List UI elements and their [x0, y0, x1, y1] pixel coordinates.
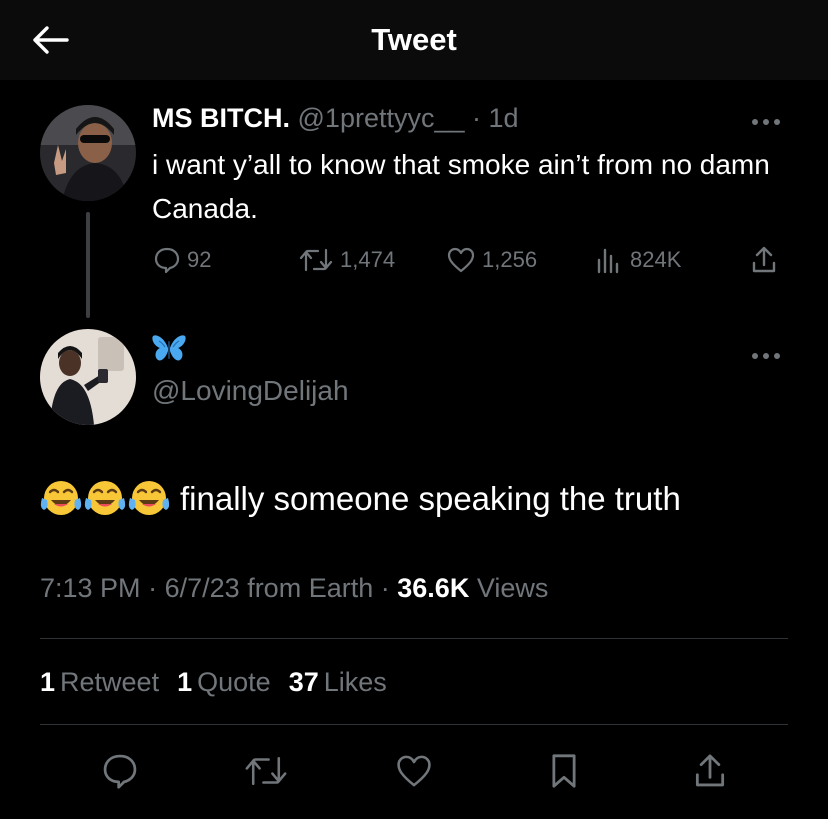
author-handle[interactable]: @LovingDelijah: [152, 375, 349, 407]
tears-of-joy-emoji: [84, 481, 126, 515]
laughing-emoji-group: [40, 478, 170, 520]
tweet-meta: 7:13 PM · 6/7/23 from Earth · 36.6K View…: [40, 573, 548, 604]
reply-button[interactable]: [94, 745, 146, 797]
blue-butterfly-emoji: [152, 335, 186, 361]
separator: ·: [148, 573, 158, 603]
quotes-count: 1: [177, 666, 193, 697]
views-count: 824K: [630, 247, 682, 272]
author-name[interactable]: MS BITCH.: [152, 103, 290, 133]
separator: ·: [380, 573, 390, 603]
like-button[interactable]: [388, 745, 440, 797]
parent-tweet-text: i want y’all to know that smoke ain’t fr…: [152, 149, 770, 224]
engagement-stats: 1 Retweet 1 Quote 37 Likes: [40, 662, 387, 702]
retweet-count: 1,474: [340, 247, 396, 272]
avatar[interactable]: [40, 105, 136, 201]
views-label: Views: [476, 573, 549, 603]
share-button[interactable]: [684, 745, 736, 797]
likes-count: 37: [288, 666, 319, 697]
retweets-label: Retweet: [60, 666, 160, 697]
more-options-button[interactable]: [746, 344, 786, 368]
tears-of-joy-emoji: [40, 481, 82, 515]
avatar[interactable]: [40, 329, 136, 425]
back-button[interactable]: [28, 20, 72, 60]
arrow-left-icon: [33, 26, 69, 54]
share-icon: [695, 754, 725, 787]
retweet-icon: [299, 248, 333, 272]
main-tweet-text: finally someone speaking the truth: [40, 474, 681, 524]
bookmark-button[interactable]: [538, 745, 590, 797]
tweet-time[interactable]: 7:13 PM: [40, 573, 141, 603]
top-bar: Tweet: [0, 0, 828, 80]
retweet-icon: [245, 756, 287, 786]
like-button[interactable]: 1,256: [446, 238, 537, 282]
tweet-date[interactable]: 6/7/23: [165, 573, 240, 603]
quotes-label: Quote: [197, 666, 271, 697]
tears-of-joy-emoji: [128, 481, 170, 515]
heart-icon: [397, 755, 431, 787]
tweet-source: from Earth: [247, 573, 374, 603]
quotes-stat[interactable]: 1 Quote: [177, 667, 271, 698]
reply-count: 92: [187, 247, 212, 272]
tweet-detail-page: Tweet MS BITCH. @1prettyyc__ · 1d i want…: [0, 0, 828, 819]
reply-icon: [103, 754, 137, 789]
tweet-body: finally someone speaking the truth: [180, 480, 681, 517]
more-options-button[interactable]: [746, 110, 786, 134]
views-button[interactable]: 824K: [594, 238, 681, 282]
display-name[interactable]: [151, 333, 187, 368]
page-title: Tweet: [371, 22, 457, 57]
tweet-time-ago[interactable]: 1d: [489, 103, 519, 133]
reply-button[interactable]: 92: [153, 238, 211, 282]
retweets-stat[interactable]: 1 Retweet: [40, 667, 159, 698]
views-count: 36.6K: [397, 573, 470, 603]
divider: [40, 638, 788, 639]
likes-label: Likes: [323, 666, 387, 697]
separator: ·: [472, 103, 482, 133]
more-dots-icon: [752, 119, 780, 125]
like-count: 1,256: [482, 247, 538, 272]
retweet-button[interactable]: 1,474: [298, 238, 395, 282]
divider: [40, 724, 788, 725]
parent-tweet-header: MS BITCH. @1prettyyc__ · 1d: [152, 103, 519, 134]
bookmark-icon: [552, 754, 576, 788]
share-button[interactable]: [750, 238, 778, 282]
author-handle[interactable]: @1prettyyc__: [298, 103, 465, 133]
retweet-button[interactable]: [240, 745, 292, 797]
reply-icon: [154, 247, 180, 274]
retweets-count: 1: [40, 666, 56, 697]
views-chart-icon: [597, 248, 619, 274]
more-dots-icon: [752, 353, 780, 359]
main-tweet-actions: [0, 745, 828, 797]
heart-icon: [447, 247, 475, 273]
parent-tweet-actions: 92 1,474 1,256 824K: [0, 238, 828, 282]
likes-stat[interactable]: 37 Likes: [289, 667, 387, 698]
share-icon: [752, 246, 776, 273]
